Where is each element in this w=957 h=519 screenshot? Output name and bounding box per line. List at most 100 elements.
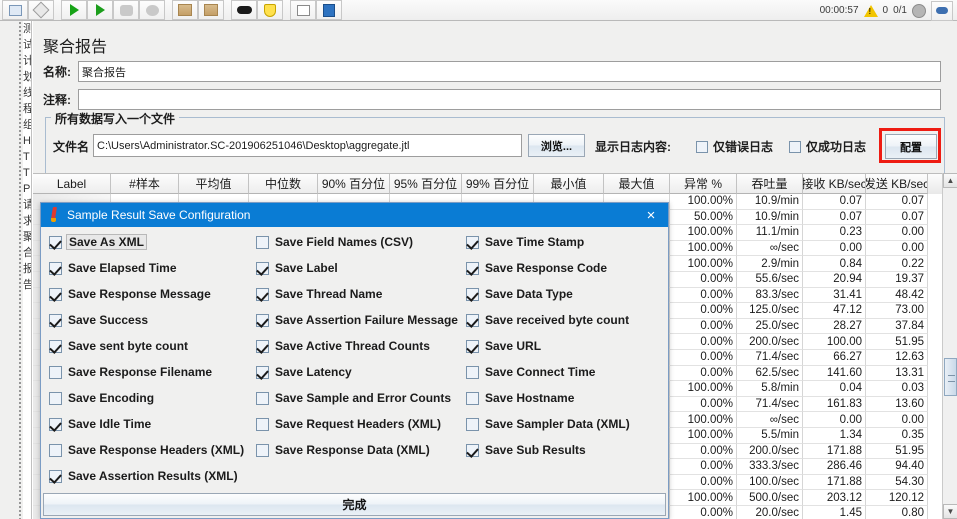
tree-node[interactable]: 线	[23, 85, 31, 101]
table-cell: 11.1/min	[737, 225, 803, 241]
clear-status-icon[interactable]	[931, 0, 953, 21]
save-option-checkbox[interactable]: Save Data Type	[466, 287, 573, 301]
scroll-up-icon[interactable]: ▲	[943, 173, 957, 188]
tree-node[interactable]: H	[23, 133, 31, 149]
save-option-label: Save Response Data (XML)	[275, 443, 430, 457]
save-option-checkbox[interactable]: Save Response Code	[466, 261, 607, 275]
table-vertical-scrollbar[interactable]: ▲ ▼	[942, 173, 957, 519]
tree-node[interactable]: 合	[23, 245, 31, 261]
table-column-header[interactable]: 发送 KB/sec	[866, 174, 928, 194]
save-option-checkbox[interactable]: Save Response Data (XML)	[256, 443, 430, 457]
table-column-header[interactable]: 吞吐量	[737, 174, 803, 194]
tree-node[interactable]: T	[23, 149, 31, 165]
save-option-checkbox[interactable]: Save Sampler Data (XML)	[466, 417, 630, 431]
save-option-checkbox[interactable]: Save Assertion Failure Message	[256, 313, 458, 327]
save-option-checkbox[interactable]: Save Response Headers (XML)	[49, 443, 244, 457]
log-content-label: 显示日志内容:	[595, 140, 671, 154]
warning-icon[interactable]	[863, 4, 878, 17]
table-column-header[interactable]: #样本	[111, 174, 179, 194]
save-option-checkbox[interactable]: Save Connect Time	[466, 365, 595, 379]
save-option-checkbox[interactable]: Save sent byte count	[49, 339, 188, 353]
comment-input[interactable]	[78, 89, 941, 110]
save-option-label: Save Hostname	[485, 391, 575, 405]
table-cell: 0.07	[866, 209, 928, 226]
scroll-down-icon[interactable]: ▼	[943, 504, 957, 519]
table-column-header[interactable]: 99% 百分位	[462, 174, 534, 194]
table-column-header[interactable]: 95% 百分位	[390, 174, 462, 194]
table-cell: 0.00%	[670, 334, 737, 350]
tree-node[interactable]: 划	[23, 69, 31, 85]
table-column-header[interactable]: 中位数	[249, 174, 318, 194]
table-column-header[interactable]: Label	[33, 174, 111, 194]
tree-node[interactable]: 程	[23, 101, 31, 117]
save-option-checkbox[interactable]: Save Elapsed Time	[49, 261, 177, 275]
table-column-header[interactable]: 平均值	[179, 174, 249, 194]
template-icon[interactable]	[28, 0, 54, 20]
only-success-log-checkbox[interactable]: 仅成功日志	[789, 138, 866, 155]
save-option-checkbox[interactable]: Save Assertion Results (XML)	[49, 469, 238, 483]
table-cell: 0.22	[866, 256, 928, 272]
save-option-checkbox[interactable]: Save Response Message	[49, 287, 211, 301]
start-icon[interactable]	[61, 0, 87, 20]
function-helper-icon[interactable]	[290, 0, 316, 20]
tree-node[interactable]: T	[23, 165, 31, 181]
table-column-header[interactable]: 最大值	[604, 174, 670, 194]
scrollbar-thumb[interactable]	[944, 358, 957, 396]
save-option-checkbox[interactable]: Save URL	[466, 339, 541, 353]
save-option-checkbox[interactable]: Save Request Headers (XML)	[256, 417, 441, 431]
start-no-timers-icon[interactable]	[87, 0, 113, 20]
table-column-header[interactable]: 异常 %	[670, 174, 737, 194]
tree-node[interactable]: 告	[23, 277, 31, 293]
save-option-checkbox[interactable]: Save Label	[256, 261, 338, 275]
table-cell: 0.00%	[670, 318, 737, 335]
config-button[interactable]: 配置	[885, 134, 937, 159]
table-cell: 0.00%	[670, 349, 737, 366]
clear-all-icon[interactable]	[198, 0, 224, 20]
dialog-title-bar[interactable]: Sample Result Save Configuration ×	[41, 203, 668, 227]
help-icon[interactable]	[316, 0, 342, 20]
table-cell: 94.40	[866, 459, 928, 475]
save-option-checkbox[interactable]: Save received byte count	[466, 313, 629, 327]
filename-input[interactable]	[93, 134, 522, 157]
save-option-checkbox[interactable]: Save Hostname	[466, 391, 574, 405]
thread-indicator-icon	[912, 3, 926, 18]
save-option-checkbox[interactable]: Save Latency	[256, 365, 352, 379]
save-option-checkbox[interactable]: Save Sub Results	[466, 443, 586, 457]
save-option-checkbox[interactable]: Save Idle Time	[49, 417, 151, 431]
only-error-log-checkbox[interactable]: 仅错误日志	[696, 138, 773, 155]
save-option-checkbox[interactable]: Save As XML	[49, 234, 147, 250]
save-option-checkbox[interactable]: Save Time Stamp	[466, 235, 584, 249]
tree-node[interactable]: 组	[23, 117, 31, 133]
table-column-header[interactable]: 最小值	[534, 174, 604, 194]
search-glasses-icon[interactable]	[231, 0, 257, 20]
tree-node[interactable]: 请	[23, 197, 31, 213]
active-threads-count: 0/1	[893, 5, 907, 16]
name-input[interactable]	[78, 61, 941, 82]
tree-node[interactable]: 聚	[23, 229, 31, 245]
table-column-header[interactable]: 90% 百分位	[318, 174, 390, 194]
shutdown-icon[interactable]	[139, 0, 165, 20]
tree-node[interactable]: 试	[23, 37, 31, 53]
save-option-checkbox[interactable]: Save Active Thread Counts	[256, 339, 430, 353]
tree-node[interactable]: 计	[23, 53, 31, 69]
tree-node[interactable]: 测	[23, 21, 31, 37]
save-option-checkbox[interactable]: Save Field Names (CSV)	[256, 235, 413, 249]
tree-node[interactable]: 报	[23, 261, 31, 277]
tree-node[interactable]: 求	[23, 213, 31, 229]
table-column-header[interactable]: 接收 KB/sec	[803, 174, 866, 194]
save-option-checkbox[interactable]: Save Response Filename	[49, 365, 212, 379]
new-icon[interactable]	[2, 0, 28, 20]
browse-button[interactable]: 浏览...	[528, 134, 585, 157]
save-option-checkbox[interactable]: Save Success	[49, 313, 148, 327]
save-option-checkbox[interactable]: Save Sample and Error Counts	[256, 391, 451, 405]
clear-icon[interactable]	[172, 0, 198, 20]
test-plan-tree[interactable]: 测试计划线程组HTTP请求聚合报告	[23, 21, 32, 519]
close-icon[interactable]: ×	[642, 205, 660, 225]
save-option-checkbox[interactable]: Save Encoding	[49, 391, 154, 405]
table-cell: 62.5/sec	[737, 365, 803, 382]
save-option-checkbox[interactable]: Save Thread Name	[256, 287, 382, 301]
stop-icon[interactable]	[113, 0, 139, 20]
reset-search-icon[interactable]	[257, 0, 283, 20]
tree-node[interactable]: P	[23, 181, 31, 197]
done-button[interactable]: 完成	[43, 493, 666, 516]
